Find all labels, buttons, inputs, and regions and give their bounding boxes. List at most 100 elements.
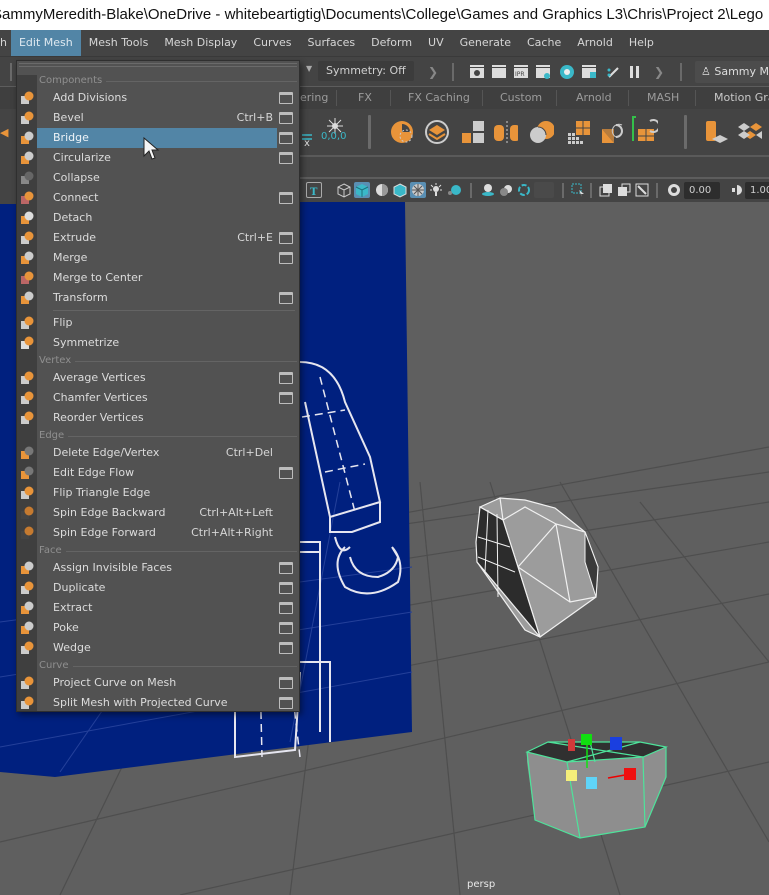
shelf-tab-motion-graphics[interactable]: Motion Gra	[714, 87, 769, 109]
boolean-icon[interactable]	[528, 119, 554, 145]
gamma-icon[interactable]	[728, 182, 744, 198]
option-box-icon[interactable]	[279, 192, 293, 204]
multisample-aa-icon[interactable]	[516, 182, 532, 198]
menu-item-split-mesh-with-projected-curve[interactable]: Split Mesh with Projected Curve	[37, 693, 277, 713]
shadows-icon[interactable]	[446, 182, 462, 198]
ipr-render-icon[interactable]: IPR	[512, 63, 530, 81]
extrude-shelf-icon[interactable]	[702, 119, 728, 145]
hypershade-icon[interactable]	[558, 63, 576, 81]
user-account-button[interactable]: ♙ Sammy Me	[695, 61, 769, 83]
shelf-tab-custom[interactable]: Custom	[500, 87, 542, 109]
menu-item-detach[interactable]: Detach	[37, 208, 277, 228]
shelf-tab-rendering[interactable]: ering	[300, 87, 328, 109]
freeze-transform-icon[interactable]: x	[302, 117, 316, 151]
option-box-icon[interactable]	[279, 677, 293, 689]
xray-icon[interactable]	[598, 182, 614, 198]
shelf-tab-fx-caching[interactable]: FX Caching	[408, 87, 470, 109]
shelf-scroll-left-icon[interactable]: ◀	[0, 126, 8, 139]
menu-curves[interactable]: Curves	[245, 30, 299, 56]
menu-item-poke[interactable]: Poke	[37, 618, 277, 638]
smooth-shade-icon[interactable]	[354, 182, 370, 198]
render-current-frame-icon[interactable]	[490, 63, 508, 81]
menu-item-spin-edge-forward[interactable]: Spin Edge Forward Ctrl+Alt+Right	[37, 523, 277, 543]
menu-item-symmetrize[interactable]: Symmetrize	[37, 333, 277, 353]
menu-item-chamfer-vertices[interactable]: Chamfer Vertices	[37, 388, 277, 408]
textured-icon[interactable]	[410, 182, 426, 198]
manipulator-y-handle[interactable]	[581, 734, 592, 745]
menu-item-transform[interactable]: Transform	[37, 288, 277, 308]
menu-item-add-divisions[interactable]: Add Divisions	[37, 88, 277, 108]
menu-item-spin-edge-backward[interactable]: Spin Edge Backward Ctrl+Alt+Left	[37, 503, 277, 523]
menu-mesh-tools[interactable]: Mesh Tools	[81, 30, 157, 56]
menu-item-collapse[interactable]: Collapse	[37, 168, 277, 188]
xray-active-components-icon[interactable]	[616, 182, 632, 198]
option-box-icon[interactable]	[279, 292, 293, 304]
menu-arnold[interactable]: Arnold	[569, 30, 621, 56]
menu-item-merge-to-center[interactable]: Merge to Center	[37, 268, 277, 288]
manipulator-scale-handle[interactable]	[586, 777, 597, 789]
render-settings-icon[interactable]	[534, 63, 552, 81]
menu-mesh-partial[interactable]: h	[0, 30, 11, 56]
wireframe-icon[interactable]	[336, 182, 352, 198]
xray-joints-icon[interactable]: T	[306, 182, 322, 198]
option-box-icon[interactable]	[279, 152, 293, 164]
subdivide-icon[interactable]	[566, 119, 592, 145]
option-box-icon[interactable]	[279, 232, 293, 244]
shelf-tab-arnold[interactable]: Arnold	[576, 87, 612, 109]
menu-edit-mesh[interactable]: Edit Mesh	[10, 30, 81, 56]
menu-mesh-display[interactable]: Mesh Display	[156, 30, 245, 56]
symmetry-dropdown[interactable]: Symmetry: Off	[318, 61, 414, 81]
option-box-icon[interactable]	[279, 112, 293, 124]
render-setup-icon[interactable]	[580, 63, 598, 81]
option-box-icon[interactable]	[279, 697, 293, 709]
mirror-icon[interactable]	[492, 119, 518, 145]
menu-item-edit-edge-flow[interactable]: Edit Edge Flow	[37, 463, 277, 483]
option-box-icon[interactable]	[279, 582, 293, 594]
menu-generate[interactable]: Generate	[452, 30, 519, 56]
screen-space-ao-icon[interactable]	[480, 182, 496, 198]
option-box-icon[interactable]	[279, 602, 293, 614]
menu-uv[interactable]: UV	[420, 30, 452, 56]
menu-item-assign-invisible-faces[interactable]: Assign Invisible Faces	[37, 558, 277, 578]
selected-cylinder-mesh[interactable]	[525, 734, 669, 839]
collapse-arrow-icon[interactable]: ❯	[650, 63, 668, 81]
retopo-icon[interactable]	[632, 115, 658, 141]
depth-of-field-icon[interactable]	[534, 182, 554, 198]
wireframe-on-shaded-icon[interactable]	[392, 182, 408, 198]
tear-off-handle[interactable]	[19, 63, 297, 67]
exposure-field[interactable]: 0.00	[684, 182, 720, 199]
rotate-edge-icon[interactable]	[600, 119, 626, 145]
manipulator-x-handle[interactable]	[624, 768, 636, 780]
shelf-tab-fx[interactable]: FX	[358, 87, 372, 109]
render-view-icon[interactable]	[468, 63, 486, 81]
option-box-icon[interactable]	[279, 562, 293, 574]
smooth-icon[interactable]	[390, 119, 416, 145]
menu-item-duplicate[interactable]: Duplicate	[37, 578, 277, 598]
menu-item-delete-edge-vertex[interactable]: Delete Edge/Vertex Ctrl+Del	[37, 443, 277, 463]
option-box-icon[interactable]	[279, 252, 293, 264]
menu-item-average-vertices[interactable]: Average Vertices	[37, 368, 277, 388]
manipulator-rotate-handle[interactable]	[568, 739, 575, 751]
menu-item-merge[interactable]: Merge	[37, 248, 277, 268]
menu-cache[interactable]: Cache	[519, 30, 569, 56]
bridge-shelf-icon[interactable]	[736, 119, 762, 145]
manipulator-center-handle[interactable]	[566, 770, 577, 781]
menu-deform[interactable]: Deform	[363, 30, 420, 56]
isolate-select-icon[interactable]	[570, 182, 586, 198]
light-editor-icon[interactable]	[604, 63, 622, 81]
menu-item-flip[interactable]: Flip	[37, 313, 277, 333]
exposure-icon[interactable]	[666, 182, 682, 198]
menu-item-extrude[interactable]: Extrude Ctrl+E	[37, 228, 277, 248]
menu-help[interactable]: Help	[621, 30, 662, 56]
collapse-arrow-icon[interactable]: ❯	[424, 63, 442, 81]
combine-icon[interactable]	[424, 119, 450, 145]
option-box-icon[interactable]	[279, 132, 293, 144]
xray-joints-toggle-icon[interactable]	[634, 182, 650, 198]
menu-item-project-curve-on-mesh[interactable]: Project Curve on Mesh	[37, 673, 277, 693]
menu-item-reorder-vertices[interactable]: Reorder Vertices	[37, 408, 277, 428]
default-material-icon[interactable]	[374, 182, 390, 198]
menu-item-bevel[interactable]: Bevel Ctrl+B	[37, 108, 277, 128]
menu-item-wedge[interactable]: Wedge	[37, 638, 277, 658]
menu-item-connect[interactable]: Connect	[37, 188, 277, 208]
option-box-icon[interactable]	[279, 642, 293, 654]
